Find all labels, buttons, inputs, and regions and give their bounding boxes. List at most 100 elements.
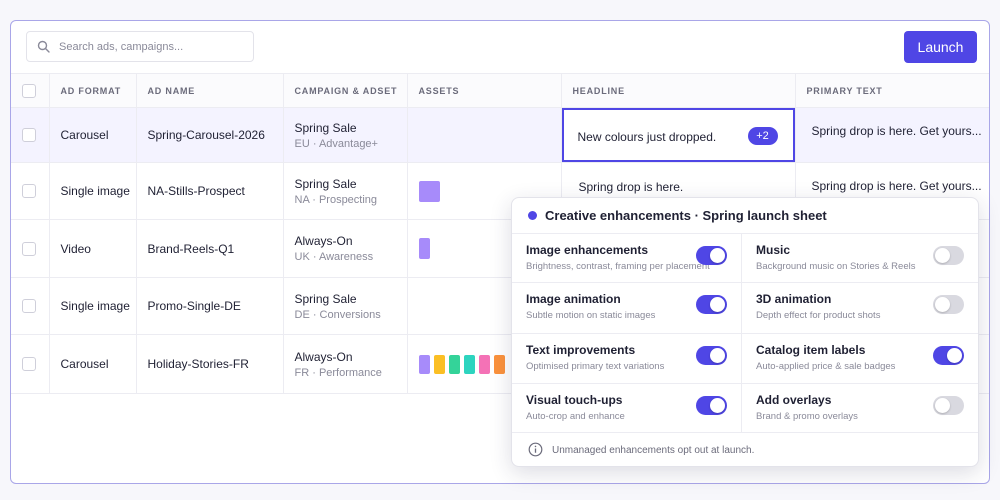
enhancement-label: Image enhancements bbox=[526, 243, 649, 257]
toggle-knob bbox=[947, 348, 962, 363]
visual-touch-ups-toggle[interactable] bbox=[696, 396, 727, 415]
headline-cell[interactable]: New colours just dropped. +2 bbox=[561, 107, 796, 163]
toggle-knob bbox=[935, 248, 950, 263]
catalog-item-labels-toggle[interactable] bbox=[933, 346, 964, 365]
status-dot-icon bbox=[528, 211, 537, 220]
enhancement-3d-animation: 3D animation Depth effect for product sh… bbox=[742, 283, 978, 334]
3d-animation-toggle[interactable] bbox=[933, 295, 964, 314]
image-animation-toggle[interactable] bbox=[696, 295, 727, 314]
campaign-cell[interactable]: Always-On UK · Awareness bbox=[283, 219, 408, 278]
search-icon bbox=[37, 40, 50, 53]
adset-name: EU · Advantage+ bbox=[294, 137, 378, 150]
campaign-name: Spring Sale bbox=[294, 291, 357, 306]
row-checkbox[interactable] bbox=[22, 184, 36, 198]
campaign-cell[interactable]: Spring Sale DE · Conversions bbox=[283, 277, 408, 335]
enhancement-add-overlays: Add overlays Brand & promo overlays bbox=[742, 384, 978, 433]
campaign-cell[interactable]: Always-On FR · Performance bbox=[283, 334, 408, 394]
row-select-cell bbox=[11, 162, 50, 220]
enhancement-label: 3D animation bbox=[756, 292, 832, 306]
asset-thumbnail[interactable] bbox=[418, 354, 430, 374]
adset-name: UK · Awareness bbox=[294, 251, 374, 263]
panel-header: Creative enhancements · Spring launch sh… bbox=[512, 198, 978, 234]
col-header-ad-format[interactable]: AD FORMAT bbox=[49, 73, 137, 108]
headline-variants-badge[interactable]: +2 bbox=[747, 127, 778, 145]
enhancement-label: Text improvements bbox=[526, 343, 636, 357]
col-header-headline[interactable]: HEADLINE bbox=[561, 73, 796, 108]
enhancement-catalog-item-labels: Catalog item labels Auto-applied price &… bbox=[742, 334, 978, 384]
asset-thumbnail[interactable] bbox=[433, 354, 445, 374]
panel-footer-note: Unmanaged enhancements opt out at launch… bbox=[552, 445, 755, 456]
toggle-knob bbox=[935, 297, 950, 312]
enhancement-music: Music Background music on Stories & Reel… bbox=[742, 234, 978, 283]
enhancement-label: Catalog item labels bbox=[756, 343, 866, 357]
ad-format-cell[interactable]: Carousel bbox=[49, 107, 137, 163]
panel-title: Creative enhancements · Spring launch sh… bbox=[545, 208, 827, 223]
asset-thumbnail[interactable] bbox=[463, 354, 475, 374]
enhancement-grid: Image enhancements Brightness, contrast,… bbox=[512, 234, 978, 433]
asset-thumbnail[interactable] bbox=[493, 354, 505, 374]
row-checkbox[interactable] bbox=[22, 128, 36, 142]
ad-format-cell[interactable]: Single image bbox=[49, 277, 137, 335]
asset-thumbnail[interactable] bbox=[418, 180, 440, 202]
row-select-cell bbox=[11, 107, 50, 163]
enhancement-label: Visual touch-ups bbox=[526, 393, 623, 407]
campaign-name: Spring Sale bbox=[294, 120, 357, 135]
col-header-primary-text[interactable]: PRIMARY TEXT bbox=[795, 73, 989, 108]
ad-format-cell[interactable]: Video bbox=[49, 219, 137, 278]
primary-text-cell[interactable]: Spring drop is here. Get yours... bbox=[795, 107, 989, 163]
enhancement-label: Add overlays bbox=[756, 393, 832, 407]
toggle-knob bbox=[710, 398, 725, 413]
col-header-assets[interactable]: ASSETS bbox=[407, 73, 562, 108]
toggle-knob bbox=[710, 348, 725, 363]
asset-thumbnail[interactable] bbox=[478, 354, 490, 374]
ad-name-cell[interactable]: NA-Stills-Prospect bbox=[136, 162, 284, 220]
asset-thumbnail[interactable] bbox=[448, 354, 460, 374]
col-header-ad-name[interactable]: AD NAME bbox=[136, 73, 284, 108]
search-box[interactable] bbox=[26, 31, 254, 62]
enhancement-text-improvements: Text improvements Optimised primary text… bbox=[512, 334, 742, 384]
enhancement-desc: Brightness, contrast, framing per placem… bbox=[526, 261, 710, 272]
enhancement-desc: Auto-applied price & sale badges bbox=[756, 361, 896, 372]
text-improvements-toggle[interactable] bbox=[696, 346, 727, 365]
headline-text: New colours just dropped. bbox=[577, 130, 717, 144]
music-toggle[interactable] bbox=[933, 246, 964, 265]
enhancement-desc: Optimised primary text variations bbox=[526, 361, 665, 372]
toggle-knob bbox=[710, 248, 725, 263]
enhancement-desc: Background music on Stories & Reels bbox=[756, 261, 916, 272]
campaign-cell[interactable]: Spring Sale NA · Prospecting bbox=[283, 162, 408, 220]
ad-name-cell[interactable]: Holiday-Stories-FR bbox=[136, 334, 284, 394]
adset-name: DE · Conversions bbox=[294, 308, 381, 321]
row-checkbox[interactable] bbox=[22, 357, 36, 371]
col-header-campaign[interactable]: CAMPAIGN & ADSET bbox=[283, 73, 408, 108]
ad-format-cell[interactable]: Carousel bbox=[49, 334, 137, 394]
image-enhancements-toggle[interactable] bbox=[696, 246, 727, 265]
search-input[interactable] bbox=[59, 38, 244, 56]
ad-name-cell[interactable]: Promo-Single-DE bbox=[136, 277, 284, 335]
campaign-name: Always-On bbox=[294, 234, 353, 248]
asset-thumbnail[interactable] bbox=[418, 238, 430, 259]
enhancement-visual-touch-ups: Visual touch-ups Auto-crop and enhance bbox=[512, 384, 742, 433]
row-checkbox[interactable] bbox=[22, 299, 36, 313]
enhancement-image-enhancements: Image enhancements Brightness, contrast,… bbox=[512, 234, 742, 283]
launch-button[interactable]: Launch bbox=[904, 31, 977, 63]
creative-enhancements-panel: Creative enhancements · Spring launch sh… bbox=[511, 197, 979, 467]
add-overlays-toggle[interactable] bbox=[933, 396, 964, 415]
assets-cell[interactable] bbox=[407, 107, 562, 163]
enhancement-desc: Depth effect for product shots bbox=[756, 310, 881, 321]
table-row[interactable]: Carousel Spring-Carousel-2026 Spring Sal… bbox=[11, 107, 989, 163]
campaign-cell[interactable]: Spring Sale EU · Advantage+ bbox=[283, 107, 408, 163]
row-select-cell bbox=[11, 334, 50, 394]
adset-name: FR · Performance bbox=[294, 366, 382, 379]
select-all-checkbox[interactable] bbox=[22, 83, 36, 98]
enhancement-image-animation: Image animation Subtle motion on static … bbox=[512, 283, 742, 334]
ad-name-cell[interactable]: Brand-Reels-Q1 bbox=[136, 219, 284, 278]
campaign-name: Always-On bbox=[294, 349, 353, 364]
toolbar: Launch bbox=[11, 21, 989, 73]
ad-name-cell[interactable]: Spring-Carousel-2026 bbox=[136, 107, 284, 163]
enhancement-desc: Subtle motion on static images bbox=[526, 310, 656, 321]
enhancement-desc: Brand & promo overlays bbox=[756, 411, 858, 422]
row-checkbox[interactable] bbox=[22, 241, 36, 256]
panel-footer: Unmanaged enhancements opt out at launch… bbox=[512, 434, 978, 466]
ad-format-cell[interactable]: Single image bbox=[49, 162, 137, 220]
toggle-knob bbox=[935, 398, 950, 413]
